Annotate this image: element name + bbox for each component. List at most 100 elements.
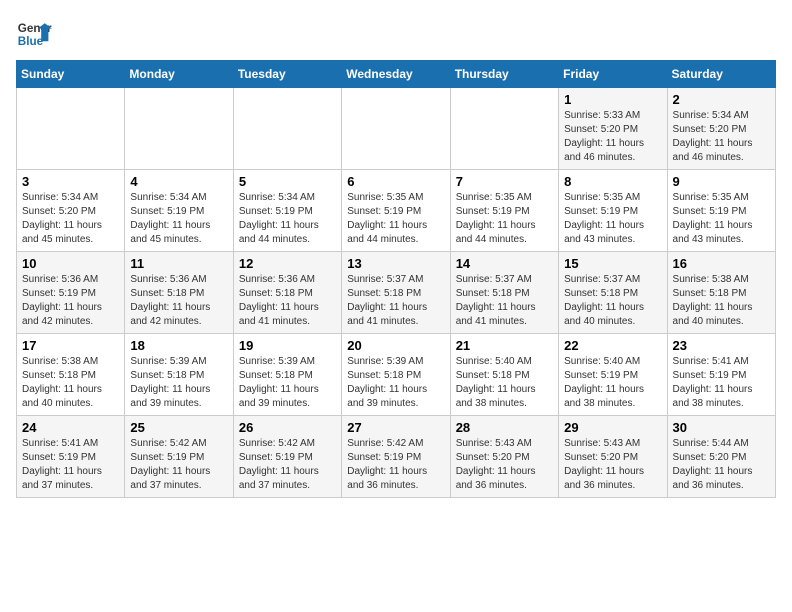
day-info: Sunrise: 5:35 AM Sunset: 5:19 PM Dayligh… [347,191,444,247]
calendar-cell [450,88,558,170]
calendar-cell: 14 Sunrise: 5:37 AM Sunset: 5:18 PM Dayli… [450,252,558,334]
day-info: Sunrise: 5:37 AM Sunset: 5:18 PM Dayligh… [347,273,444,329]
day-info: Sunrise: 5:36 AM Sunset: 5:19 PM Dayligh… [22,273,119,329]
calendar-cell: 8 Sunrise: 5:35 AM Sunset: 5:19 PM Daylig… [559,170,667,252]
day-header-monday: Monday [125,61,233,88]
day-number: 1 [564,92,661,107]
day-number: 23 [673,338,770,353]
day-header-tuesday: Tuesday [233,61,341,88]
calendar-cell [17,88,125,170]
day-header-wednesday: Wednesday [342,61,450,88]
day-number: 5 [239,174,336,189]
calendar-cell: 5 Sunrise: 5:34 AM Sunset: 5:19 PM Daylig… [233,170,341,252]
day-info: Sunrise: 5:39 AM Sunset: 5:18 PM Dayligh… [347,355,444,411]
day-info: Sunrise: 5:41 AM Sunset: 5:19 PM Dayligh… [673,355,770,411]
day-info: Sunrise: 5:40 AM Sunset: 5:18 PM Dayligh… [456,355,553,411]
day-number: 15 [564,256,661,271]
day-number: 28 [456,420,553,435]
calendar-cell: 11 Sunrise: 5:36 AM Sunset: 5:18 PM Dayli… [125,252,233,334]
calendar-cell [342,88,450,170]
day-number: 7 [456,174,553,189]
calendar-cell: 20 Sunrise: 5:39 AM Sunset: 5:18 PM Dayli… [342,334,450,416]
day-number: 25 [130,420,227,435]
day-info: Sunrise: 5:36 AM Sunset: 5:18 PM Dayligh… [130,273,227,329]
calendar-cell: 21 Sunrise: 5:40 AM Sunset: 5:18 PM Dayli… [450,334,558,416]
day-info: Sunrise: 5:34 AM Sunset: 5:20 PM Dayligh… [673,109,770,165]
calendar-cell: 17 Sunrise: 5:38 AM Sunset: 5:18 PM Dayli… [17,334,125,416]
day-info: Sunrise: 5:35 AM Sunset: 5:19 PM Dayligh… [564,191,661,247]
calendar-cell: 1 Sunrise: 5:33 AM Sunset: 5:20 PM Daylig… [559,88,667,170]
day-header-saturday: Saturday [667,61,775,88]
calendar-cell: 24 Sunrise: 5:41 AM Sunset: 5:19 PM Dayli… [17,416,125,498]
day-number: 18 [130,338,227,353]
day-number: 22 [564,338,661,353]
day-header-thursday: Thursday [450,61,558,88]
day-info: Sunrise: 5:42 AM Sunset: 5:19 PM Dayligh… [130,437,227,493]
day-info: Sunrise: 5:35 AM Sunset: 5:19 PM Dayligh… [456,191,553,247]
day-info: Sunrise: 5:39 AM Sunset: 5:18 PM Dayligh… [130,355,227,411]
calendar-cell: 6 Sunrise: 5:35 AM Sunset: 5:19 PM Daylig… [342,170,450,252]
day-info: Sunrise: 5:36 AM Sunset: 5:18 PM Dayligh… [239,273,336,329]
day-number: 10 [22,256,119,271]
day-number: 9 [673,174,770,189]
logo-icon: General Blue [16,16,52,52]
day-info: Sunrise: 5:37 AM Sunset: 5:18 PM Dayligh… [456,273,553,329]
day-info: Sunrise: 5:43 AM Sunset: 5:20 PM Dayligh… [456,437,553,493]
day-info: Sunrise: 5:34 AM Sunset: 5:19 PM Dayligh… [130,191,227,247]
day-number: 4 [130,174,227,189]
calendar-cell: 22 Sunrise: 5:40 AM Sunset: 5:19 PM Dayli… [559,334,667,416]
calendar-cell: 26Sunrise: 5:42 AM Sunset: 5:19 PM Dayli… [233,416,341,498]
calendar-cell: 16 Sunrise: 5:38 AM Sunset: 5:18 PM Dayli… [667,252,775,334]
calendar-cell: 25 Sunrise: 5:42 AM Sunset: 5:19 PM Dayli… [125,416,233,498]
day-number: 20 [347,338,444,353]
page-header: General Blue [16,16,776,52]
day-number: 16 [673,256,770,271]
day-header-sunday: Sunday [17,61,125,88]
calendar-cell [125,88,233,170]
day-info: Sunrise: 5:39 AM Sunset: 5:18 PM Dayligh… [239,355,336,411]
day-info: Sunrise: 5:44 AM Sunset: 5:20 PM Dayligh… [673,437,770,493]
calendar-cell: 27 Sunrise: 5:42 AM Sunset: 5:19 PM Dayli… [342,416,450,498]
calendar-cell: 23 Sunrise: 5:41 AM Sunset: 5:19 PM Dayli… [667,334,775,416]
day-info: Sunrise: 5:35 AM Sunset: 5:19 PM Dayligh… [673,191,770,247]
day-number: 14 [456,256,553,271]
day-info: Sunrise: 5:41 AM Sunset: 5:19 PM Dayligh… [22,437,119,493]
calendar-cell: 18 Sunrise: 5:39 AM Sunset: 5:18 PM Dayli… [125,334,233,416]
day-info: Sunrise: 5:34 AM Sunset: 5:20 PM Dayligh… [22,191,119,247]
calendar-cell: 7 Sunrise: 5:35 AM Sunset: 5:19 PM Daylig… [450,170,558,252]
day-info: Sunrise: 5:42 AM Sunset: 5:19 PM Dayligh… [347,437,444,493]
day-number: 30 [673,420,770,435]
calendar-cell: 3 Sunrise: 5:34 AM Sunset: 5:20 PM Daylig… [17,170,125,252]
day-info: Sunrise: 5:33 AM Sunset: 5:20 PM Dayligh… [564,109,661,165]
day-info: Sunrise: 5:37 AM Sunset: 5:18 PM Dayligh… [564,273,661,329]
day-info: Sunrise: 5:34 AM Sunset: 5:19 PM Dayligh… [239,191,336,247]
day-number: 11 [130,256,227,271]
day-number: 8 [564,174,661,189]
day-info: Sunrise: 5:38 AM Sunset: 5:18 PM Dayligh… [673,273,770,329]
calendar-cell: 29 Sunrise: 5:43 AM Sunset: 5:20 PM Dayli… [559,416,667,498]
day-number: 27 [347,420,444,435]
calendar-cell: 15 Sunrise: 5:37 AM Sunset: 5:18 PM Dayli… [559,252,667,334]
calendar-cell: 19 Sunrise: 5:39 AM Sunset: 5:18 PM Dayli… [233,334,341,416]
day-number: 21 [456,338,553,353]
day-number: 19 [239,338,336,353]
calendar-cell: 12 Sunrise: 5:36 AM Sunset: 5:18 PM Dayli… [233,252,341,334]
day-number: 17 [22,338,119,353]
day-number: 3 [22,174,119,189]
day-info: Sunrise: 5:38 AM Sunset: 5:18 PM Dayligh… [22,355,119,411]
day-header-friday: Friday [559,61,667,88]
day-number: 13 [347,256,444,271]
calendar-cell: 13 Sunrise: 5:37 AM Sunset: 5:18 PM Dayli… [342,252,450,334]
calendar-cell: 2 Sunrise: 5:34 AM Sunset: 5:20 PM Daylig… [667,88,775,170]
day-info: Sunrise: 5:40 AM Sunset: 5:19 PM Dayligh… [564,355,661,411]
day-number: 24 [22,420,119,435]
calendar-cell: 30 Sunrise: 5:44 AM Sunset: 5:20 PM Dayli… [667,416,775,498]
logo: General Blue [16,16,52,52]
day-number: 29 [564,420,661,435]
day-number: 12 [239,256,336,271]
day-info: Sunrise: 5:43 AM Sunset: 5:20 PM Dayligh… [564,437,661,493]
calendar-cell: 28 Sunrise: 5:43 AM Sunset: 5:20 PM Dayli… [450,416,558,498]
day-number: 6 [347,174,444,189]
day-number: 26 [239,420,336,435]
day-number: 2 [673,92,770,107]
